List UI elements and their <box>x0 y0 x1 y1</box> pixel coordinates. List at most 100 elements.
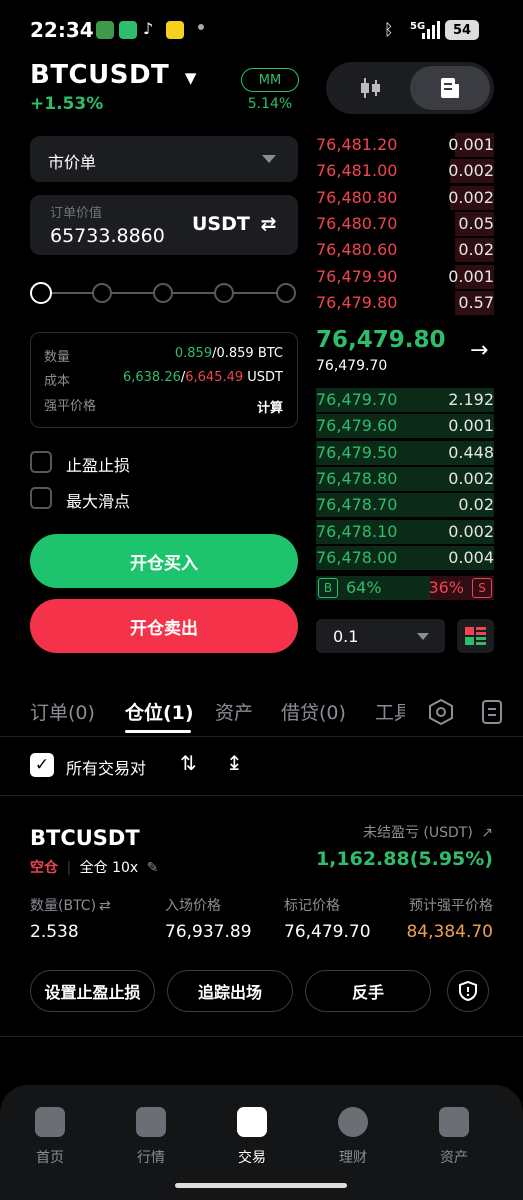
sell-badge: S <box>472 578 492 598</box>
bid-row[interactable]: 76,479.50 0.448 <box>316 440 494 466</box>
shield-icon <box>459 980 477 1002</box>
ask-row[interactable]: 76,480.70 0.05 <box>316 211 494 237</box>
trade-icon <box>237 1107 267 1137</box>
open-short-button[interactable]: 开仓卖出 <box>30 599 298 653</box>
slider-stop-50[interactable] <box>153 283 173 303</box>
bid-row[interactable]: 76,479.60 0.001 <box>316 413 494 439</box>
slider-stop-75[interactable] <box>214 283 234 303</box>
order-type-label: 市价单 <box>48 153 97 172</box>
app-notification-icon <box>119 21 137 39</box>
unit-label: USDT <box>192 213 250 235</box>
pair-dropdown-icon[interactable]: ▼ <box>185 69 197 87</box>
nav-markets[interactable]: 行情 <box>111 1107 191 1167</box>
shield-button[interactable] <box>447 970 489 1012</box>
ask-price: 76,480.80 <box>316 187 398 207</box>
pair-selector[interactable]: BTCUSDT ▼ <box>30 60 197 90</box>
meta-separator: | <box>66 860 72 876</box>
edit-icon[interactable]: ✎ <box>147 860 159 876</box>
active-tab-underline <box>125 730 191 733</box>
trailing-exit-button[interactable]: 追踪出场 <box>167 970 293 1012</box>
tab-orders[interactable]: 订单(0) <box>30 698 95 725</box>
share-icon[interactable]: ↗ <box>481 825 493 841</box>
nav-home[interactable]: 首页 <box>10 1107 90 1167</box>
tab-loans[interactable]: 借贷(0) <box>281 698 346 725</box>
unit-switch[interactable]: USDT ⇄ <box>192 213 276 235</box>
bid-qty: 2.192 <box>448 390 494 409</box>
nav-earn[interactable]: 理财 <box>313 1107 393 1167</box>
collapse-icon[interactable]: ↨ <box>226 751 243 775</box>
tab-tools[interactable]: 工具 <box>375 698 405 725</box>
ask-qty: 0.57 <box>458 292 494 312</box>
order-value-input[interactable]: 订单价值 65733.8860 USDT ⇄ <box>30 195 298 255</box>
bid-row[interactable]: 76,478.80 0.002 <box>316 466 494 492</box>
pnl-label[interactable]: 未结盈亏 (USDT) ↗ <box>363 822 493 842</box>
sort-icon[interactable]: ⇅ <box>180 751 197 775</box>
home-indicator[interactable] <box>175 1183 347 1188</box>
slippage-checkbox[interactable] <box>30 487 52 509</box>
record-icon[interactable] <box>480 698 504 726</box>
more-dot-icon <box>198 24 204 30</box>
margin-mode[interactable]: 全仓 10x <box>80 860 139 876</box>
orderbook-layout-button[interactable] <box>457 619 494 653</box>
depth-step-select[interactable]: 0.1 <box>316 619 445 653</box>
cost-value-buy: 6,638.26 <box>122 370 181 385</box>
download-app-icon <box>96 21 114 39</box>
ask-row[interactable]: 76,480.80 0.002 <box>316 185 494 211</box>
pair-change: +1.53% <box>30 94 104 114</box>
slider-stop-0[interactable] <box>30 282 52 304</box>
nav-trade[interactable]: 交易 <box>212 1107 292 1167</box>
pnl-label-text: 未结盈亏 (USDT) <box>362 825 473 841</box>
tp-sl-checkbox[interactable] <box>30 451 52 473</box>
orderbook-view-button[interactable] <box>410 66 490 110</box>
arrow-right-icon[interactable]: → <box>470 338 488 363</box>
tab-positions[interactable]: 仓位(1) <box>125 698 194 725</box>
all-pairs-label[interactable]: 所有交易对 <box>66 755 146 779</box>
depth-step-value: 0.1 <box>333 627 359 646</box>
pair-title[interactable]: BTCUSDT <box>30 60 169 90</box>
cost-value: 6,638.26/6,645.49 USDT <box>123 370 283 385</box>
settings-hex-icon[interactable] <box>427 698 455 726</box>
candlestick-view-button[interactable] <box>330 66 410 110</box>
bid-row[interactable]: 76,478.00 0.004 <box>316 545 494 571</box>
stat-entry-label: 入场价格 <box>165 898 221 914</box>
bid-row[interactable]: 76,478.10 0.002 <box>316 519 494 545</box>
battery-indicator: 54 <box>445 20 479 40</box>
ask-qty: 0.05 <box>458 213 494 233</box>
mm-badge[interactable]: MM <box>241 68 299 92</box>
order-value[interactable]: 65733.8860 <box>50 225 165 247</box>
bid-row[interactable]: 76,479.70 2.192 <box>316 387 494 413</box>
ask-price: 76,479.90 <box>316 266 398 286</box>
ask-row[interactable]: 76,479.90 0.001 <box>316 264 494 290</box>
buy-sell-ratio-bar: B 64% 36% S <box>316 576 494 600</box>
reverse-button[interactable]: 反手 <box>305 970 431 1012</box>
tp-sl-label[interactable]: 止盈止损 <box>66 452 130 476</box>
ask-row[interactable]: 76,479.80 0.57 <box>316 290 494 316</box>
tab-assets[interactable]: 资产 <box>215 698 253 725</box>
slider-stop-25[interactable] <box>92 283 112 303</box>
ask-qty: 0.02 <box>458 240 494 260</box>
ask-row[interactable]: 76,481.20 0.001 <box>316 132 494 158</box>
set-tp-sl-button[interactable]: 设置止盈止损 <box>30 970 155 1012</box>
slippage-label[interactable]: 最大滑点 <box>66 488 130 512</box>
ask-row[interactable]: 76,480.60 0.02 <box>316 237 494 263</box>
ask-row[interactable]: 76,481.00 0.002 <box>316 158 494 184</box>
stat-mark-label: 标记价格 <box>284 898 340 914</box>
all-pairs-checkbox[interactable]: ✓ <box>30 753 54 777</box>
slider-stop-100[interactable] <box>276 283 296 303</box>
card-divider <box>0 1036 523 1037</box>
ask-price: 76,480.60 <box>316 240 398 260</box>
view-toggle[interactable] <box>326 62 494 114</box>
position-side: 空仓 <box>30 860 58 876</box>
position-symbol[interactable]: BTCUSDT <box>30 826 140 850</box>
nav-assets-label: 资产 <box>440 1150 468 1166</box>
bid-row[interactable]: 76,478.70 0.02 <box>316 492 494 518</box>
nav-markets-label: 行情 <box>137 1150 165 1166</box>
nav-assets[interactable]: 资产 <box>414 1107 494 1167</box>
bid-qty: 0.001 <box>448 416 494 436</box>
swap-icon[interactable]: ⇄ <box>99 898 111 914</box>
calculate-button[interactable]: 计算 <box>257 397 283 416</box>
position-meta: 空仓 | 全仓 10x ✎ <box>30 857 158 877</box>
order-type-select[interactable]: 市价单 <box>30 136 298 182</box>
open-long-button[interactable]: 开仓买入 <box>30 534 298 588</box>
bid-qty: 0.002 <box>448 521 494 541</box>
